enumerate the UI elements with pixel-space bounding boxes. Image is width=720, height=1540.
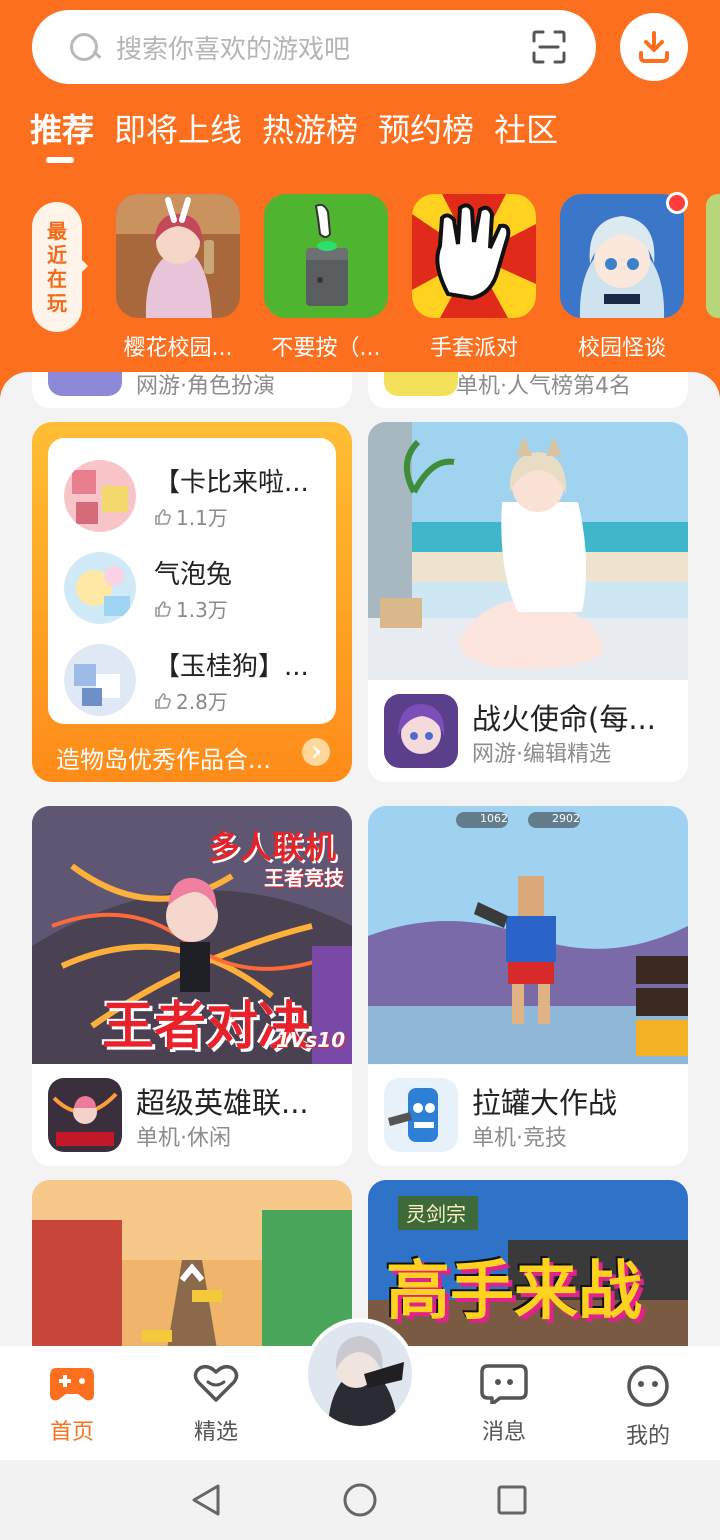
collection-item-title: 【卡比来啦... [154,468,309,498]
search-bar[interactable]: 搜索你喜欢的游戏吧 [32,10,596,84]
thumb-up-icon [155,692,171,709]
system-navigation-bar [0,1460,720,1540]
collection-card[interactable]: 【卡比来啦... 1.1万 气泡兔 1.3万 【玉桂狗】... 2.8万 造物岛… [32,422,352,782]
collection-thumb [64,460,136,532]
game-banner: 多人联机 王者竞技 王者对决 1Vs10 [32,806,352,1064]
hud-gems: 2902 [552,812,580,825]
recent-game-icon[interactable] [560,194,684,318]
content-panel: 网游·角色扮演 单机·人气榜第4名 【卡比来啦... 1.1万 气泡兔 1.3万… [0,372,720,1352]
collection-item[interactable]: 【卡比来啦... 1.1万 [64,460,324,536]
game-subtitle: 单机·竞技 [472,1126,567,1151]
game-card-partial[interactable]: 网游·角色扮演 [32,372,352,408]
game-banner [32,1180,352,1352]
game-subtitle: 网游·角色扮演 [136,374,275,399]
tab-upcoming[interactable]: 即将上线 [114,108,242,152]
notification-dot [666,192,688,214]
banner-headline: 高手来战 [386,1255,642,1329]
recent-game-name: 校园怪谈 [577,336,666,361]
game-icon [384,1078,458,1152]
game-card[interactable]: 战火使命(每... 网游·编辑精选 [368,422,688,782]
gamepad-icon [50,1368,94,1401]
search-icon [68,31,100,63]
game-banner: 1062 2902 [368,806,688,1064]
nav-profile[interactable]: 我的 [598,1364,698,1450]
recents-icon[interactable] [496,1484,528,1516]
thumb-up-icon [155,600,171,617]
nav-home[interactable]: 首页 [22,1364,122,1446]
banner-sign: 灵剑宗 [406,1202,466,1226]
game-title: 拉罐大作战 [472,1086,618,1120]
collection-item-title: 气泡兔 [154,560,233,590]
download-button[interactable] [620,13,688,81]
banner-tag: 1Vs10 [276,1028,346,1052]
active-tab-indicator [46,157,74,163]
game-info: 战火使命(每... 网游·编辑精选 [368,680,688,780]
avatar [308,1322,412,1426]
collection-item[interactable]: 【玉桂狗】... 2.8万 [64,644,324,720]
game-title: 战火使命(每... [472,702,656,736]
chevron-right-icon[interactable] [302,738,330,766]
collection-title: 造物岛优秀作品合... [56,746,271,774]
heart-icon [193,1364,239,1402]
collection-thumb [64,644,136,716]
game-icon [384,372,458,396]
recent-game-name: 手套派对 [429,336,518,361]
nav-featured[interactable]: 精选 [166,1364,266,1446]
hud-coins: 1062 [480,812,508,825]
nav-label: 精选 [193,1420,238,1445]
recent-played-label[interactable]: 最 近 在 玩 [32,202,82,332]
top-tabs: 推荐 即将上线 热游榜 预约榜 社区 [30,108,578,152]
game-info: 超级英雄联... 单机·休闲 [32,1064,352,1164]
nav-label: 我的 [625,1424,670,1449]
game-icon [384,694,458,768]
tab-reservation[interactable]: 预约榜 [378,108,474,152]
tab-recommend[interactable]: 推荐 [30,108,94,152]
search-placeholder: 搜索你喜欢的游戏吧 [116,34,351,65]
game-subtitle: 单机·人气榜第4名 [456,374,631,399]
nav-center-avatar[interactable] [304,1318,416,1430]
header: 搜索你喜欢的游戏吧 推荐 即将上线 热游榜 预约榜 社区 最 近 在 玩 樱花校… [0,0,720,400]
game-icon [48,372,122,396]
game-icon [48,1078,122,1152]
tab-community[interactable]: 社区 [494,108,558,152]
recent-game-icon[interactable] [116,194,240,318]
collection-item-title: 【玉桂狗】... [154,652,309,682]
game-info: 拉罐大作战 单机·竞技 [368,1064,688,1164]
game-banner: 灵剑宗 高手来战 [368,1180,688,1352]
home-icon[interactable] [342,1482,378,1518]
game-subtitle: 网游·编辑精选 [472,742,611,767]
banner-subtitle: 王者竞技 [264,866,344,890]
game-subtitle: 单机·休闲 [136,1126,231,1151]
nav-label: 首页 [49,1420,94,1445]
download-icon [639,31,669,63]
collection-item-likes: 1.1万 [154,502,228,531]
collection-item-likes: 2.8万 [154,686,228,715]
thumb-up-icon [155,508,171,525]
scan-icon[interactable] [532,30,566,64]
game-card[interactable]: 1062 2902 拉罐大作战 单机·竞技 [368,806,688,1166]
collection-item[interactable]: 气泡兔 1.3万 [64,552,324,628]
recent-pointer [80,258,88,274]
tab-hot-games[interactable]: 热游榜 [262,108,358,152]
message-icon [480,1364,528,1406]
recent-game-icon-partial[interactable] [706,194,720,318]
recent-game-icon[interactable] [264,194,388,318]
game-card[interactable]: 灵剑宗 高手来战 [368,1180,688,1352]
game-title: 超级英雄联... [136,1086,309,1120]
recent-game-name: 不要按（... [271,336,381,361]
collection-list: 【卡比来啦... 1.1万 气泡兔 1.3万 【玉桂狗】... 2.8万 [48,438,336,724]
recent-game-name: 樱花校园... [123,336,233,361]
game-card-partial[interactable]: 单机·人气榜第4名 [368,372,688,408]
nav-messages[interactable]: 消息 [454,1364,554,1446]
collection-thumb [64,552,136,624]
game-card[interactable] [32,1180,352,1352]
profile-icon [627,1365,669,1407]
nav-label: 消息 [481,1420,526,1445]
collection-item-likes: 1.3万 [154,594,228,623]
game-banner [368,422,688,680]
back-icon[interactable] [190,1482,222,1518]
game-card[interactable]: 多人联机 王者竞技 王者对决 1Vs10 超级英雄联... 单机·休闲 [32,806,352,1166]
recent-game-icon[interactable] [412,194,536,318]
